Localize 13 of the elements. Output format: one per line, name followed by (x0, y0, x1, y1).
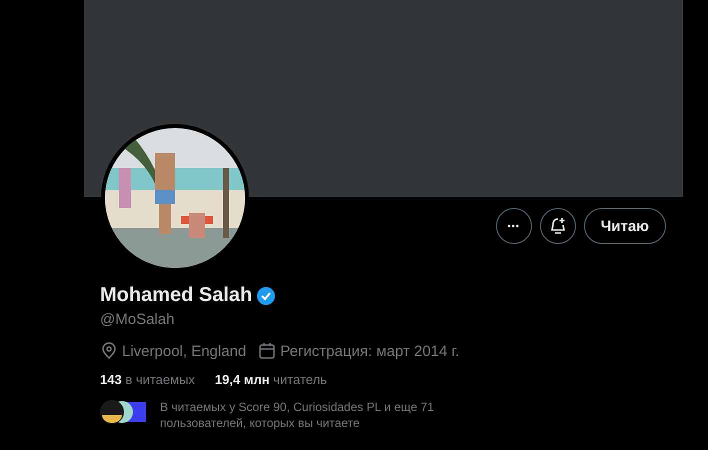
profile-handle: @MoSalah (100, 311, 176, 328)
more-button[interactable]: ••• (496, 208, 532, 244)
join-date: Регистрация: март 2014 г. (280, 342, 460, 360)
follower-avatars-drawing (100, 399, 148, 425)
notify-button[interactable] (540, 208, 576, 244)
stat-link[interactable]: 19,4 млн читатель (214, 372, 327, 387)
location-pin-icon (100, 342, 118, 360)
location-text: Liverpool, England (122, 342, 246, 360)
followed-by-text: В читаемых у Score 90, Curiosidades PL и еще 71 пользователей, которых вы читаете (160, 399, 435, 431)
calendar-icon (258, 342, 276, 360)
follow-button[interactable]: Читаю (584, 208, 666, 244)
profile-name: Mohamed Salah (100, 284, 252, 307)
stat-link[interactable]: 143 в читаемых (100, 372, 195, 387)
